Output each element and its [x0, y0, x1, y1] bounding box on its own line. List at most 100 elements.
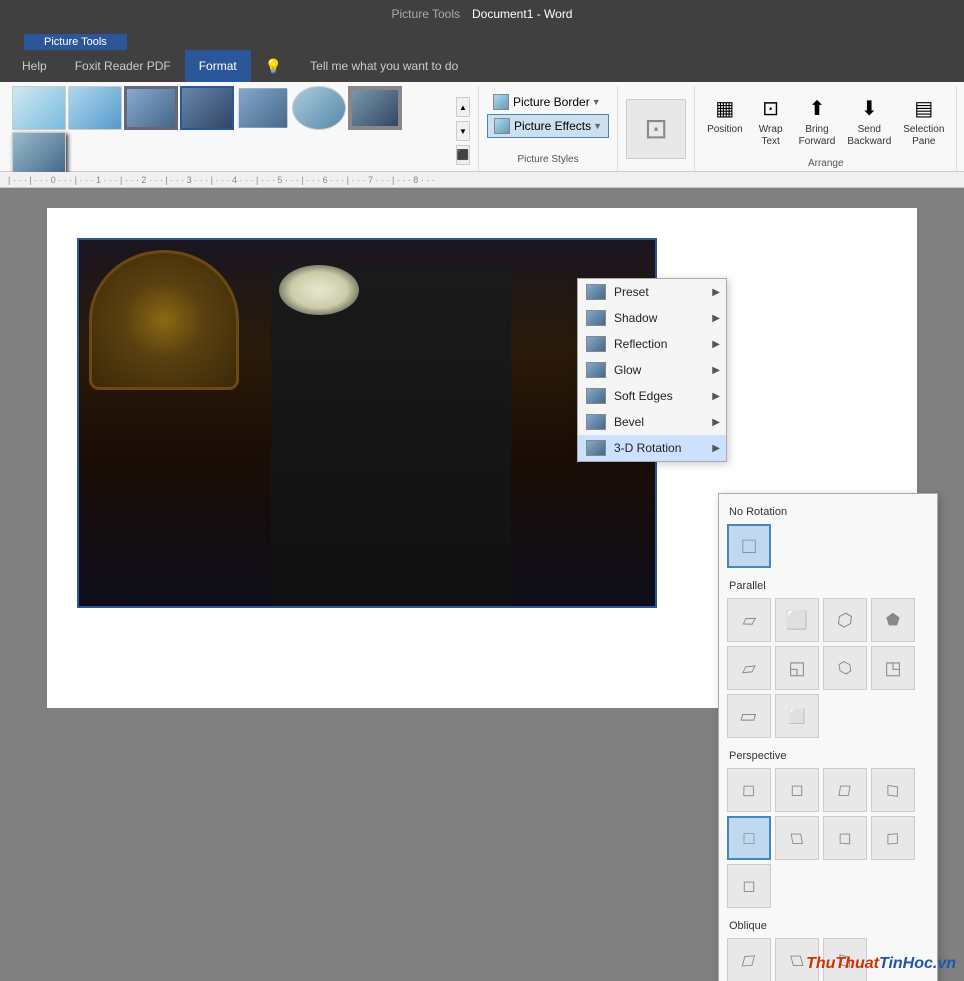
parallel-item-1[interactable]: ▱ — [727, 598, 771, 642]
persp1-shape: ◻ — [742, 781, 756, 801]
style-thumb-4[interactable] — [180, 86, 234, 130]
arrange-section: ▦ Position ⊡ WrapText ⬆ BringForward ⬇ S… — [695, 86, 957, 171]
p7-shape: ⬡ — [836, 658, 853, 678]
perspective-grid: ◻ ◻ ◻ ◻ □ ◻ ◻ ◻ ◻ — [727, 768, 929, 908]
figure-body — [271, 266, 511, 606]
persp-item-4[interactable]: ◻ — [871, 768, 915, 812]
resize-icon: ⊡ — [644, 112, 667, 145]
style-thumbnails — [12, 86, 452, 176]
tab-tellme[interactable]: Tell me what you want to do — [296, 50, 472, 82]
parallel-item-3[interactable]: ⬡ — [823, 598, 867, 642]
parallel-item-7[interactable]: ⬡ — [823, 646, 867, 690]
menu-glow[interactable]: Glow ▶ — [578, 357, 726, 383]
menu-bevel[interactable]: Bevel ▶ — [578, 409, 726, 435]
persp-item-8[interactable]: ◻ — [871, 816, 915, 860]
painting-bg — [89, 250, 239, 390]
tab-lightbulb[interactable]: 💡 — [251, 50, 296, 82]
persp-item-1[interactable]: ◻ — [727, 768, 771, 812]
hair-highlight — [279, 265, 359, 315]
wrap-text-btn[interactable]: ⊡ WrapText — [751, 90, 791, 150]
parallel-item-10[interactable]: ⬜ — [775, 694, 819, 738]
p10-shape: ⬜ — [788, 708, 805, 725]
parallel-section: Parallel ▱ ⬜ ⬡ ⬟ ▱ ◱ ⬡ ◳ ▭ ⬜ — [727, 576, 929, 738]
persp5-shape: □ — [744, 828, 755, 849]
preset-label: Preset — [614, 285, 649, 299]
parallel-item-5[interactable]: ▱ — [727, 646, 771, 690]
bring-forward-btn[interactable]: ⬆ BringForward — [795, 90, 840, 150]
picture-border-btn[interactable]: Picture Border ▼ — [487, 90, 609, 114]
tab-format[interactable]: Format — [185, 50, 251, 82]
selection-pane-btn[interactable]: ▤ SelectionPane — [899, 90, 948, 150]
no-rotation-title: No Rotation — [727, 502, 929, 524]
no-rotation-section: No Rotation □ — [727, 502, 929, 568]
menu-shadow[interactable]: Shadow ▶ — [578, 305, 726, 331]
style-thumb-5[interactable] — [236, 86, 290, 130]
watermark-part2: TinHoc.vn — [879, 955, 956, 972]
bevel-arrow: ▶ — [712, 417, 720, 428]
effects-dropdown-arrow: ▼ — [593, 121, 602, 131]
no-rotation-grid: □ — [727, 524, 929, 568]
menu-reflection[interactable]: Reflection ▶ — [578, 331, 726, 357]
parallel-item-8[interactable]: ◳ — [871, 646, 915, 690]
effects-icon — [494, 118, 510, 134]
persp-item-9[interactable]: ◻ — [727, 864, 771, 908]
parallel-item-9[interactable]: ▭ — [727, 694, 771, 738]
softedges-label: Soft Edges — [614, 389, 673, 403]
persp-item-2[interactable]: ◻ — [775, 768, 819, 812]
bring-forward-label: BringForward — [799, 124, 836, 148]
tab-help[interactable]: Help — [8, 50, 61, 82]
3d-rotation-submenu: No Rotation □ Parallel ▱ ⬜ ⬡ ⬟ ▱ ◱ ⬡ ◳ ▭… — [718, 493, 938, 981]
persp-item-6[interactable]: ◻ — [775, 816, 819, 860]
3drotation-icon — [586, 440, 606, 456]
arrange-content: ▦ Position ⊡ WrapText ⬆ BringForward ⬇ S… — [703, 86, 948, 158]
ruler: | · · · | · · · 0 · · · | · · · 1 · · · … — [0, 172, 964, 188]
scroll-up-btn[interactable]: ▲ — [456, 97, 470, 117]
scroll-expand-btn[interactable]: ⬛ — [456, 145, 470, 165]
style-thumb-6[interactable] — [292, 86, 346, 130]
parallel-item-4[interactable]: ⬟ — [871, 598, 915, 642]
bevel-icon — [586, 414, 606, 430]
menu-preset[interactable]: Preset ▶ — [578, 279, 726, 305]
p6-shape: ◱ — [788, 658, 805, 679]
perspective-title: Perspective — [727, 746, 929, 768]
glow-arrow: ▶ — [712, 365, 720, 376]
selection-pane-label: SelectionPane — [903, 124, 944, 148]
parallel-title: Parallel — [727, 576, 929, 598]
menu-softedges[interactable]: Soft Edges ▶ — [578, 383, 726, 409]
no-rotation-shape: □ — [742, 533, 755, 559]
preset-icon — [586, 284, 606, 300]
doc-image[interactable] — [77, 238, 657, 608]
menu-3drotation[interactable]: 3-D Rotation ▶ — [578, 435, 726, 461]
style-thumb-3[interactable] — [124, 86, 178, 130]
oblique-item-1[interactable]: ◻ — [727, 938, 771, 981]
persp-item-3[interactable]: ◻ — [823, 768, 867, 812]
border-icon — [493, 94, 509, 110]
wrap-text-icon: ⊡ — [755, 92, 787, 124]
send-backward-btn[interactable]: ⬇ SendBackward — [843, 90, 895, 150]
parallel-item-2[interactable]: ⬜ — [775, 598, 819, 642]
picture-effects-btn[interactable]: Picture Effects ▼ — [487, 114, 609, 138]
persp4-shape: ◻ — [886, 779, 899, 801]
parallel-item-6[interactable]: ◱ — [775, 646, 819, 690]
persp-item-5[interactable]: □ — [727, 816, 771, 860]
picture-tools-active-label: Picture Tools — [24, 34, 127, 50]
style-thumb-7[interactable] — [348, 86, 402, 130]
persp7-shape: ◻ — [839, 827, 852, 848]
tab-foxit[interactable]: Foxit Reader PDF — [61, 50, 185, 82]
style-thumb-2[interactable] — [68, 86, 122, 130]
position-btn[interactable]: ▦ Position — [703, 90, 747, 138]
shadow-label: Shadow — [614, 311, 657, 325]
oblique-title: Oblique — [727, 916, 929, 938]
style-thumb-8[interactable] — [12, 132, 66, 176]
bring-forward-icon: ⬆ — [801, 92, 833, 124]
send-backward-icon: ⬇ — [853, 92, 885, 124]
doc-title: Document1 - Word — [472, 7, 572, 21]
scroll-down-btn[interactable]: ▼ — [456, 121, 470, 141]
picture-styles-section: ▲ ▼ ⬛ Picture Styles — [4, 86, 479, 171]
softedges-icon — [586, 388, 606, 404]
persp-item-7[interactable]: ◻ — [823, 816, 867, 860]
style-thumb-1[interactable] — [12, 86, 66, 130]
no-rotation-item[interactable]: □ — [727, 524, 771, 568]
shadow-arrow: ▶ — [712, 313, 720, 324]
reflection-arrow: ▶ — [712, 339, 720, 350]
